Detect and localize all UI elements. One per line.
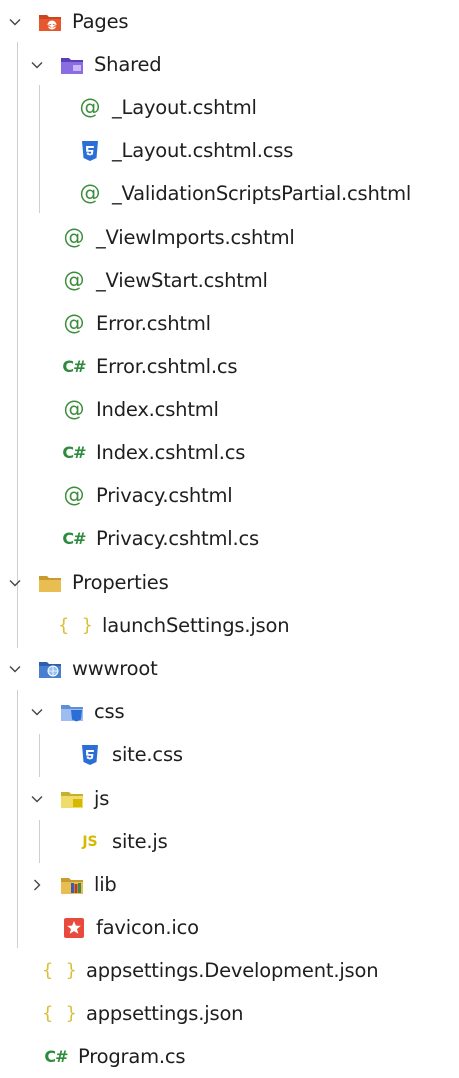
csharp-file-icon: C# <box>62 442 86 462</box>
tree-item-file[interactable]: { } launchSettings.json <box>0 604 459 647</box>
razor-file-icon: @ <box>63 483 85 507</box>
chevron-right-icon[interactable] <box>26 874 48 896</box>
solution-explorer-tree: <> Pages Shared @ _Layout.cshtml _Layout… <box>0 0 459 1071</box>
tree-item-label: lib <box>94 872 117 896</box>
tree-item-label: favicon.ico <box>96 915 199 939</box>
tree-item-label: launchSettings.json <box>102 613 290 637</box>
tree-item-lib-folder[interactable]: lib <box>0 863 459 906</box>
chevron-down-icon[interactable] <box>4 658 26 680</box>
tree-item-label: Error.cshtml <box>96 311 211 335</box>
tree-item-label: _ValidationScriptsPartial.cshtml <box>112 181 412 205</box>
tree-item-file[interactable]: @ _Layout.cshtml <box>0 86 459 129</box>
tree-item-file[interactable]: { } appsettings.Development.json <box>0 949 459 992</box>
tree-item-file[interactable]: _Layout.cshtml.css <box>0 129 459 172</box>
tree-item-label: Properties <box>72 570 169 594</box>
tree-item-label: site.css <box>112 742 183 766</box>
tree-item-label: Shared <box>94 52 162 76</box>
tree-item-js-folder[interactable]: js <box>0 777 459 820</box>
tree-item-pages[interactable]: <> Pages <box>0 0 459 43</box>
js-file-icon: JS <box>82 833 98 850</box>
chevron-down-icon[interactable] <box>4 11 26 33</box>
tree-item-label: _ViewStart.cshtml <box>96 268 268 292</box>
chevron-down-icon[interactable] <box>26 54 48 76</box>
tree-item-label: Program.cs <box>78 1044 186 1068</box>
razor-file-icon: @ <box>63 268 85 292</box>
json-file-icon: { } <box>42 959 78 981</box>
tree-item-label: _ViewImports.cshtml <box>96 225 295 249</box>
chevron-down-icon[interactable] <box>26 788 48 810</box>
tree-item-label: Privacy.cshtml <box>96 483 233 507</box>
tree-item-file[interactable]: site.css <box>0 733 459 776</box>
tree-item-label: Privacy.cshtml.cs <box>96 526 259 550</box>
chevron-down-icon[interactable] <box>4 572 26 594</box>
tree-item-label: _Layout.cshtml <box>112 95 257 119</box>
tree-item-file[interactable]: @ Privacy.cshtml <box>0 474 459 517</box>
web-folder-icon <box>38 657 62 681</box>
tree-item-label: _Layout.cshtml.css <box>112 138 294 162</box>
tree-item-css-folder[interactable]: css <box>0 690 459 733</box>
tree-item-file[interactable]: C# Index.cshtml.cs <box>0 431 459 474</box>
tree-item-file[interactable]: @ Index.cshtml <box>0 388 459 431</box>
js-folder-icon <box>60 787 84 811</box>
razor-file-icon: @ <box>79 181 101 205</box>
shared-folder-icon <box>60 53 84 77</box>
tree-item-file[interactable]: JS site.js <box>0 820 459 863</box>
tree-item-label: appsettings.json <box>86 1001 244 1025</box>
razor-file-icon: @ <box>63 311 85 335</box>
tree-item-label: appsettings.Development.json <box>86 958 379 982</box>
folder-icon <box>38 571 62 595</box>
tree-item-wwwroot[interactable]: wwwroot <box>0 647 459 690</box>
json-file-icon: { } <box>42 1002 78 1024</box>
tree-item-properties[interactable]: Properties <box>0 561 459 604</box>
tree-item-file[interactable]: { } appsettings.json <box>0 992 459 1035</box>
tree-item-label: Index.cshtml <box>96 397 219 421</box>
csharp-file-icon: C# <box>44 1046 68 1066</box>
tree-item-label: wwwroot <box>72 656 158 680</box>
tree-item-file[interactable]: @ _ViewImports.cshtml <box>0 216 459 259</box>
csharp-file-icon: C# <box>62 356 86 376</box>
tree-item-label: Pages <box>72 9 129 33</box>
razor-file-icon: @ <box>63 225 85 249</box>
tree-item-file[interactable]: favicon.ico <box>0 906 459 949</box>
tree-item-label: Index.cshtml.cs <box>96 440 246 464</box>
tree-item-file[interactable]: @ _ViewStart.cshtml <box>0 259 459 302</box>
css-file-icon <box>78 139 102 163</box>
tree-item-shared[interactable]: Shared <box>0 43 459 86</box>
tree-item-label: site.js <box>112 829 168 853</box>
tree-item-file[interactable]: @ _ValidationScriptsPartial.cshtml <box>0 172 459 215</box>
razor-file-icon: @ <box>63 397 85 421</box>
tree-item-file[interactable]: C# Program.cs <box>0 1035 459 1078</box>
favicon-file-icon <box>62 916 86 940</box>
json-file-icon: { } <box>58 614 94 636</box>
razor-file-icon: @ <box>79 95 101 119</box>
tree-item-label: Error.cshtml.cs <box>96 354 238 378</box>
library-folder-icon <box>60 873 84 897</box>
tree-item-file[interactable]: C# Privacy.cshtml.cs <box>0 517 459 560</box>
tree-item-label: js <box>94 786 110 810</box>
tree-item-file[interactable]: C# Error.cshtml.cs <box>0 345 459 388</box>
tree-item-label: css <box>94 699 125 723</box>
razor-pages-folder-icon: <> <box>38 10 62 34</box>
css-folder-icon <box>60 700 84 724</box>
svg-text:<>: <> <box>46 22 58 30</box>
csharp-file-icon: C# <box>62 528 86 548</box>
tree-item-file[interactable]: @ Error.cshtml <box>0 302 459 345</box>
chevron-down-icon[interactable] <box>26 701 48 723</box>
css-file-icon <box>78 743 102 767</box>
